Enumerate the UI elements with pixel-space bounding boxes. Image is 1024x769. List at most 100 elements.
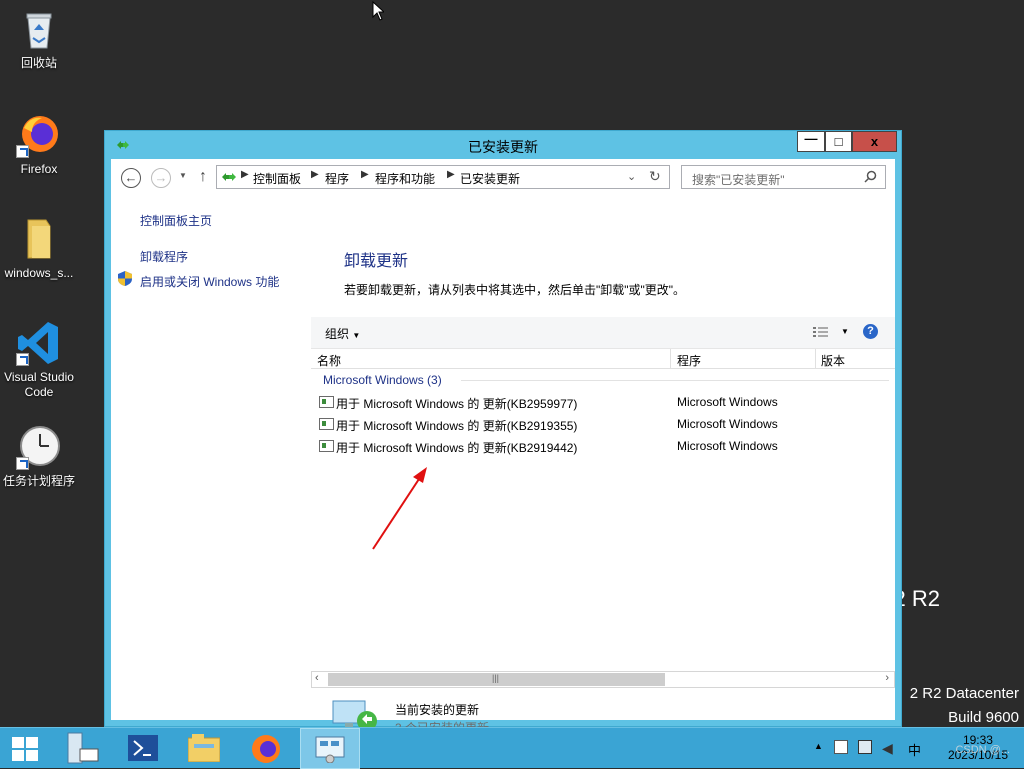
back-button[interactable]: ← — [121, 168, 141, 188]
help-icon[interactable]: ? — [863, 324, 878, 339]
address-bar[interactable]: ▶ 控制面板 ▶ 程序 ▶ 程序和功能 ▶ 已安装更新 ⌄ ↻ — [216, 165, 670, 189]
mouse-cursor-icon — [372, 0, 386, 24]
breadcrumb-separator-icon[interactable]: ▶ — [241, 169, 249, 180]
desktop-icon-label: Firefox — [20, 162, 58, 176]
horizontal-scrollbar[interactable]: ‹ ||| › — [311, 671, 895, 688]
group-header[interactable]: Microsoft Windows (3) — [323, 373, 442, 387]
desktop-icon-label: 任务计划程序 — [2, 474, 75, 488]
desktop-icon-firefox[interactable]: Firefox — [0, 112, 78, 177]
update-icon — [319, 396, 334, 408]
file-explorer-icon — [188, 734, 220, 762]
column-name[interactable]: 名称 — [317, 352, 341, 369]
windows-logo-icon — [12, 737, 38, 761]
organize-label: 组织 — [325, 327, 350, 341]
server-manager-icon — [67, 732, 99, 764]
view-chevron-down-icon[interactable]: ▼ — [841, 327, 849, 336]
details-title: 当前安装的更新 — [395, 703, 480, 717]
column-program[interactable]: 程序 — [677, 352, 701, 369]
shortcut-arrow-icon — [16, 353, 29, 366]
close-button[interactable]: x — [852, 131, 897, 152]
breadcrumb-separator-icon[interactable]: ▶ — [447, 169, 455, 180]
shortcut-arrow-icon — [16, 457, 29, 470]
group-divider — [461, 380, 889, 381]
minimize-button[interactable]: — — [797, 131, 825, 152]
column-version[interactable]: 版本 — [821, 352, 845, 369]
update-icon — [319, 440, 334, 452]
file-explorer-button[interactable] — [174, 728, 234, 769]
breadcrumb-installed-updates[interactable]: 已安装更新 — [460, 170, 520, 187]
update-name: 用于 Microsoft Windows 的 更新(KB2919355) — [336, 419, 578, 433]
powershell-icon — [128, 735, 158, 761]
desktop-icon-label: Visual Studio Code — [4, 370, 74, 399]
annotation-arrow — [372, 467, 427, 550]
view-options-icon[interactable] — [813, 326, 829, 341]
details-pane: 当前安装的更新 3 个已安装的更新 — [311, 689, 895, 735]
breadcrumb-programs[interactable]: 程序 — [325, 170, 349, 187]
recent-pages-chevron-icon[interactable]: ▼ — [179, 171, 187, 180]
breadcrumb-programs-features[interactable]: 程序和功能 — [375, 170, 435, 187]
search-placeholder: 搜索"已安装更新" — [692, 173, 785, 187]
scroll-right-arrow-icon[interactable]: › — [885, 672, 889, 684]
task-pane: 控制面板主页 卸载程序 启用或关闭 Windows 功能 — [111, 199, 309, 720]
up-button[interactable]: ↑ — [199, 168, 207, 186]
vscode-icon — [16, 320, 62, 366]
command-bar: 组织 ▼ ▼ ? — [311, 317, 895, 349]
page-description: 若要卸载更新，请从列表中将其选中，然后单击"卸载"或"更改"。 — [344, 283, 686, 297]
firefox-taskbar-button[interactable] — [236, 728, 296, 769]
navigation-bar: ← → ▼ ↑ ▶ 控制面板 ▶ 程序 ▶ 程序和功能 ▶ 已安装更新 ⌄ ↻ … — [111, 159, 895, 199]
address-dropdown-chevron-icon[interactable]: ⌄ — [627, 170, 636, 183]
search-icon[interactable] — [864, 170, 877, 186]
breadcrumb-control-panel[interactable]: 控制面板 — [253, 170, 301, 187]
update-row[interactable]: 用于 Microsoft Windows 的 更新(KB2919442) Mic… — [319, 435, 895, 457]
update-program: Microsoft Windows — [677, 417, 778, 431]
window-client: ← → ▼ ↑ ▶ 控制面板 ▶ 程序 ▶ 程序和功能 ▶ 已安装更新 ⌄ ↻ … — [111, 159, 895, 735]
breadcrumb-separator-icon[interactable]: ▶ — [361, 169, 369, 180]
scroll-left-arrow-icon[interactable]: ‹ — [315, 672, 319, 684]
uninstall-program-link[interactable]: 卸载程序 — [140, 248, 188, 265]
clock-icon — [16, 424, 62, 470]
windows-features-link[interactable]: 启用或关闭 Windows 功能 — [140, 273, 279, 290]
control-panel-taskbar-button[interactable] — [300, 728, 360, 769]
title-bar[interactable]: 已安装更新 — □ x — [105, 131, 901, 159]
update-name: 用于 Microsoft Windows 的 更新(KB2919442) — [336, 441, 578, 455]
forward-button[interactable]: → — [151, 168, 171, 188]
show-hidden-icons-chevron-icon[interactable]: ▲ — [814, 741, 823, 751]
firefox-icon — [16, 112, 62, 158]
start-button[interactable] — [0, 728, 50, 769]
control-panel-icon — [315, 736, 345, 763]
refresh-icon[interactable]: ↻ — [649, 168, 661, 185]
os-watermark-datacenter: 2 R2 Datacenter — [909, 685, 1019, 702]
firefox-icon — [252, 735, 280, 763]
source-watermark: CSDN @... — [955, 744, 1010, 756]
volume-muted-icon[interactable]: ◀ — [882, 740, 893, 757]
organize-menu[interactable]: 组织 ▼ — [325, 325, 360, 342]
desktop-icon-label: 回收站 — [20, 56, 57, 70]
desktop-icon-task-scheduler[interactable]: 任务计划程序 — [0, 424, 78, 489]
updates-pane: 卸载更新 若要卸载更新，请从列表中将其选中，然后单击"卸载"或"更改"。 组织 … — [311, 199, 895, 735]
update-name: 用于 Microsoft Windows 的 更新(KB2959977) — [336, 397, 578, 411]
search-box[interactable]: 搜索"已安装更新" — [681, 165, 886, 189]
update-program: Microsoft Windows — [677, 439, 778, 453]
ime-indicator[interactable]: 中 — [908, 740, 921, 759]
desktop-icon-recycle-bin[interactable]: 回收站 — [0, 6, 78, 71]
chevron-down-icon: ▼ — [352, 331, 361, 340]
uac-shield-icon — [118, 271, 132, 289]
taskbar: ▲ ◀ 中 19:33 2023/10/15 CSDN @... — [0, 727, 1024, 769]
server-manager-button[interactable] — [54, 728, 114, 769]
network-icon[interactable] — [858, 740, 872, 754]
update-row[interactable]: 用于 Microsoft Windows 的 更新(KB2919355) Mic… — [319, 413, 895, 435]
powershell-button[interactable] — [114, 728, 174, 769]
update-icon — [319, 418, 334, 430]
desktop-icon-vscode[interactable]: Visual Studio Code — [0, 320, 78, 400]
installed-updates-window: 已安装更新 — □ x ← → ▼ ↑ ▶ 控制面板 ▶ 程序 ▶ 程序和功能 … — [104, 130, 902, 735]
breadcrumb-separator-icon[interactable]: ▶ — [311, 169, 319, 180]
action-center-icon[interactable] — [834, 740, 848, 754]
column-header: 名称 程序 版本 — [311, 349, 895, 369]
update-row[interactable]: 用于 Microsoft Windows 的 更新(KB2959977) Mic… — [319, 391, 895, 413]
recycle-bin-icon — [16, 6, 62, 52]
shortcut-arrow-icon — [16, 145, 29, 158]
maximize-button[interactable]: □ — [825, 131, 852, 152]
control-panel-home-link[interactable]: 控制面板主页 — [140, 212, 212, 229]
scroll-grip-icon: ||| — [492, 673, 500, 683]
desktop-icon-folder[interactable]: windows_s... — [0, 216, 78, 281]
